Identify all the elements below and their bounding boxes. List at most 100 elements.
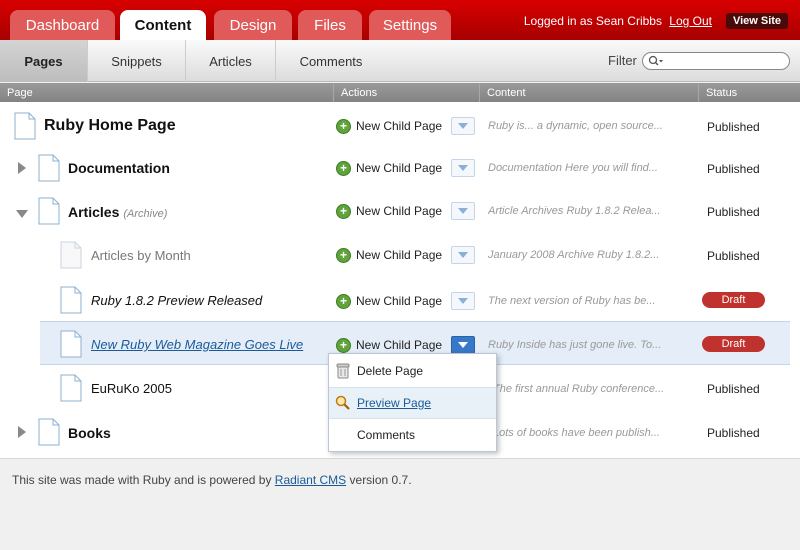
page-icon (38, 154, 60, 185)
content-preview: Article Archives Ruby 1.8.2 Relea... (488, 205, 661, 217)
menu-item-label: Delete Page (357, 364, 424, 378)
status-label: Published (707, 162, 760, 176)
new-child-page-label: New Child Page (356, 294, 443, 308)
page-title-link[interactable]: Books (68, 425, 111, 441)
page-icon (38, 197, 60, 228)
status-badge-draft: Draft (702, 336, 765, 352)
page-icon (60, 241, 82, 272)
footer-text: This site was made with Ruby and is powe… (12, 473, 412, 487)
new-child-page-label: New Child Page (356, 119, 443, 133)
page-title-link[interactable]: Articles by Month (91, 248, 191, 263)
search-icon[interactable] (648, 55, 664, 70)
menu-item-label: Comments (357, 428, 416, 442)
view-site-button[interactable]: View Site (726, 13, 788, 29)
page-title-link[interactable]: Documentation (68, 160, 170, 176)
tab-files[interactable]: Files (298, 10, 362, 40)
more-actions-dropdown-open[interactable] (451, 336, 475, 354)
subtab-comments[interactable]: Comments (276, 40, 386, 82)
more-actions-dropdown[interactable] (451, 159, 475, 177)
filter-label: Filter (608, 53, 637, 68)
menu-item-comments[interactable]: Comments (329, 419, 496, 451)
add-icon: + (336, 247, 351, 263)
status-label: Published (707, 249, 760, 263)
page-icon (38, 418, 60, 449)
column-header-page: Page (7, 86, 33, 99)
tab-dashboard[interactable]: Dashboard (10, 10, 115, 40)
column-header-status: Status (698, 83, 800, 102)
page-icon (60, 374, 82, 405)
chevron-down-icon (458, 123, 468, 129)
page-actions-menu: Delete Page Preview Page Comments (328, 353, 497, 452)
footer-text-after: version 0.7. (349, 473, 412, 487)
new-child-page-button[interactable]: + New Child Page (336, 203, 442, 219)
new-child-page-button[interactable]: + New Child Page (336, 247, 442, 263)
status-label: Published (707, 426, 760, 440)
table-row[interactable]: Documentation + New Child Page Documenta… (0, 146, 800, 190)
status-label: Published (707, 205, 760, 219)
subtab-articles[interactable]: Articles (186, 40, 276, 82)
page-title-link[interactable]: New Ruby Web Magazine Goes Live (91, 337, 303, 352)
content-preview: Documentation Here you will find... (488, 162, 658, 174)
tab-content[interactable]: Content (120, 10, 206, 40)
filter-input[interactable] (665, 54, 783, 68)
status-label: Published (707, 382, 760, 396)
menu-item-delete-page[interactable]: Delete Page (329, 355, 496, 387)
add-icon: + (336, 160, 351, 176)
more-actions-dropdown[interactable] (451, 246, 475, 264)
page-title-link[interactable]: EuRuKo 2005 (91, 381, 172, 396)
chevron-down-icon (458, 342, 468, 348)
table-header: Page Actions Content Status (0, 83, 800, 102)
more-actions-dropdown[interactable] (451, 117, 475, 135)
content-preview: Ruby Inside has just gone live. To... (488, 339, 662, 351)
new-child-page-label: New Child Page (356, 161, 443, 175)
menu-item-label: Preview Page (357, 396, 432, 410)
chevron-down-icon (458, 208, 468, 214)
page-title-link[interactable]: Articles (Archive) (68, 204, 167, 220)
content-preview: The next version of Ruby has be... (488, 295, 656, 307)
page-icon (60, 286, 82, 317)
new-child-page-label: New Child Page (356, 204, 443, 218)
new-child-page-button[interactable]: + New Child Page (336, 118, 442, 134)
expand-arrow-icon[interactable] (18, 426, 30, 438)
subtab-pages[interactable]: Pages (0, 40, 88, 82)
column-header-content: Content (479, 83, 698, 102)
page-icon (14, 112, 36, 143)
collapse-arrow-icon[interactable] (16, 207, 28, 219)
column-header-actions: Actions (333, 83, 479, 102)
menu-item-preview-page[interactable]: Preview Page (329, 387, 496, 419)
add-icon: + (336, 293, 351, 309)
chevron-down-icon (458, 252, 468, 258)
status-badge-draft: Draft (702, 292, 765, 308)
more-actions-dropdown[interactable] (451, 202, 475, 220)
page-title-link[interactable]: Ruby Home Page (44, 117, 176, 135)
table-row[interactable]: Ruby Home Page + New Child Page Ruby is.… (0, 104, 800, 148)
table-row[interactable]: Articles by Month + New Child Page Janua… (0, 233, 800, 277)
add-icon: + (336, 118, 351, 134)
table-row[interactable]: Ruby 1.8.2 Preview Released + New Child … (0, 278, 800, 322)
archive-note: (Archive) (123, 208, 168, 220)
radiant-cms-link[interactable]: Radiant CMS (275, 473, 346, 487)
chevron-down-icon (458, 298, 468, 304)
footer: This site was made with Ruby and is powe… (0, 458, 800, 550)
filter-field[interactable] (642, 52, 790, 70)
new-child-page-button[interactable]: + New Child Page (336, 293, 442, 309)
new-child-page-button[interactable]: + New Child Page (336, 337, 442, 353)
page-title-link[interactable]: Ruby 1.8.2 Preview Released (91, 293, 262, 308)
content-preview: Ruby is... a dynamic, open source... (488, 120, 663, 132)
chevron-down-icon (458, 165, 468, 171)
user-info: Logged in as Sean Cribbs Log Out (524, 14, 712, 28)
logout-link[interactable]: Log Out (669, 14, 712, 28)
content-preview: January 2008 Archive Ruby 1.8.2... (488, 249, 660, 261)
logged-in-text: Logged in as Sean Cribbs (523, 14, 662, 28)
tab-design[interactable]: Design (214, 10, 292, 40)
expand-arrow-icon[interactable] (18, 162, 30, 174)
page-icon (60, 330, 82, 361)
subtab-snippets[interactable]: Snippets (88, 40, 186, 82)
more-actions-dropdown[interactable] (451, 292, 475, 310)
new-child-page-button[interactable]: + New Child Page (336, 160, 442, 176)
new-child-page-label: New Child Page (356, 338, 443, 352)
content-preview: The first annual Ruby conference... (493, 383, 665, 395)
tab-settings[interactable]: Settings (369, 10, 451, 40)
content-preview: Lots of books have been publish... (493, 427, 660, 439)
table-row[interactable]: Articles (Archive) + New Child Page Artic… (0, 189, 800, 233)
